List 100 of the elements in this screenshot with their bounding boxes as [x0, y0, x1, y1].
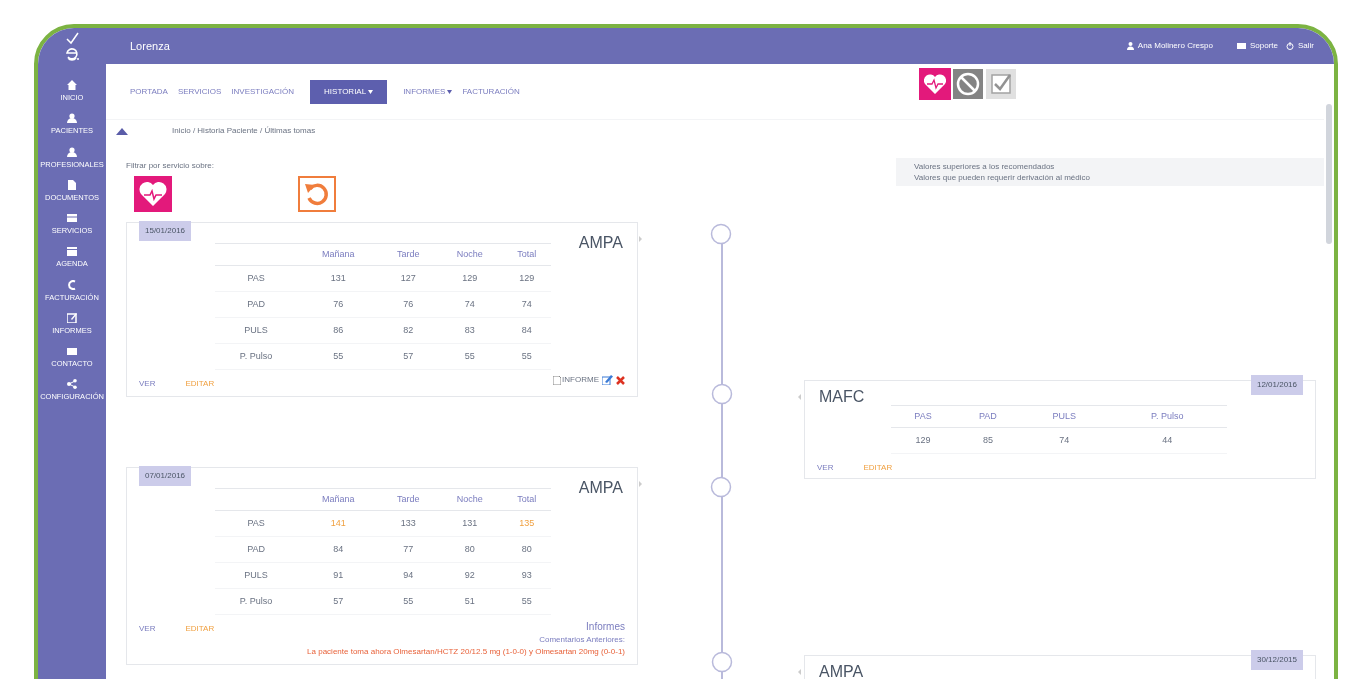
no-smoking-icon[interactable]: [952, 69, 983, 99]
envelope-icon: [1236, 43, 1246, 49]
card-title: AMPA: [819, 662, 864, 679]
user-link[interactable]: Ana Molinero Crespo: [1126, 40, 1213, 52]
column-header: Mañana: [322, 248, 355, 259]
table-cell: 55: [333, 350, 344, 361]
table-cell: 74: [464, 298, 475, 309]
table-cell: 44: [1162, 434, 1173, 445]
nav-tab[interactable]: FACTURACIÓN: [462, 79, 520, 104]
table-cell: 74: [1059, 434, 1070, 445]
table-cell: 76: [333, 298, 344, 309]
table-cell: 129: [915, 434, 931, 445]
table-cell: 77: [403, 543, 414, 554]
logout-link[interactable]: Salir: [1286, 40, 1314, 52]
view-link[interactable]: VER: [139, 623, 156, 635]
date-badge: 12/01/2016: [1250, 375, 1303, 395]
user-icon: [67, 113, 77, 124]
table-cell: 83: [464, 324, 475, 335]
undo-icon: [304, 181, 330, 207]
share-icon: [67, 379, 77, 390]
breadcrumb: Inicio / Historia Paciente / Últimas tomas: [172, 125, 316, 137]
nav-tab[interactable]: SERVICIOS: [177, 79, 222, 104]
envelope-icon: [67, 346, 77, 356]
table-cell: 82: [403, 324, 414, 335]
row-label: PAS: [247, 272, 265, 283]
table-cell: 80: [464, 543, 475, 554]
card-title: MAFC: [819, 387, 865, 407]
row-label: PULS: [244, 569, 268, 580]
table-cell: 55: [403, 595, 414, 606]
heart-icon: [139, 181, 167, 207]
column-header: P. Pulso: [1151, 410, 1184, 421]
brand-name: Lorenza: [130, 38, 170, 54]
table-cell: 84: [333, 543, 344, 554]
checkbox-icon[interactable]: [985, 69, 1016, 99]
date-badge: 07/01/2016: [139, 466, 192, 486]
support-link[interactable]: Soporte: [1236, 40, 1278, 52]
column-header: Total: [517, 248, 537, 259]
table-cell: 76: [403, 298, 414, 309]
euro-icon: [67, 279, 77, 290]
table-cell: 127: [400, 272, 416, 283]
table-cell: 129: [519, 272, 535, 283]
column-header: Tarde: [396, 493, 420, 504]
pointer-icon: [798, 669, 801, 675]
table-cell: 92: [464, 569, 475, 580]
row-label: PULS: [244, 324, 268, 335]
reports-heading: Informes: [586, 620, 625, 634]
logo-icon: [63, 31, 81, 61]
column-header: Total: [517, 493, 537, 504]
table-cell: 74: [521, 298, 532, 309]
edit-icon: [67, 312, 77, 323]
nav-tab[interactable]: HISTORIAL: [310, 79, 388, 104]
list-icon: [67, 213, 77, 223]
user-icon: [67, 146, 77, 157]
delete-icon[interactable]: [616, 375, 625, 385]
card-title: AMPA: [578, 233, 623, 253]
column-header: Noche: [456, 493, 483, 504]
row-label: P. Pulso: [239, 350, 273, 361]
reset-button[interactable]: [298, 176, 336, 212]
nav-tab[interactable]: INFORMES: [403, 79, 453, 104]
table-cell: 80: [521, 543, 532, 554]
comments-label: Comentarios Anteriores:: [539, 634, 625, 646]
table-cell: 55: [521, 350, 532, 361]
user-icon: [1126, 42, 1134, 50]
table-cell: 57: [333, 595, 344, 606]
column-header: Noche: [456, 248, 483, 259]
date-badge: 15/01/2016: [139, 221, 192, 241]
row-label: PAD: [247, 543, 265, 554]
table-cell: 85: [982, 434, 993, 445]
table-cell: 91: [333, 569, 344, 580]
table-cell: 55: [464, 350, 475, 361]
report-link[interactable]: INFORME: [553, 374, 599, 386]
table-cell: 133: [400, 517, 416, 528]
view-link[interactable]: VER: [139, 378, 156, 390]
table-cell: 131: [462, 517, 478, 528]
card-title: AMPA: [578, 478, 623, 498]
table-cell: 84: [521, 324, 532, 335]
heart-service-icon[interactable]: [919, 69, 950, 99]
comment-text: La paciente toma ahora Olmesartan/HCTZ 20/12.5 mg (1-0-0) y Olmesartan 20mg (0-0-1): [307, 646, 625, 658]
nav-tab[interactable]: PORTADA: [130, 79, 168, 104]
column-header: PULS: [1052, 410, 1076, 421]
legend-text: Valores superiores a los recomendados: [914, 161, 1056, 172]
document-icon: [553, 375, 562, 385]
edit-icon[interactable]: [602, 375, 613, 385]
table-cell: 93: [521, 569, 532, 580]
column-header: PAS: [914, 410, 932, 421]
calendar-icon: [67, 246, 77, 257]
nav-tab[interactable]: INVESTIGACIÓN: [231, 79, 295, 104]
document-icon: [67, 179, 77, 190]
view-link[interactable]: VER: [817, 462, 834, 474]
table-cell: 86: [333, 324, 344, 335]
table-cell: 55: [521, 595, 532, 606]
column-header: Tarde: [396, 248, 420, 259]
column-header: Mañana: [322, 493, 355, 504]
table-cell: 51: [464, 595, 475, 606]
collapse-icon[interactable]: [116, 127, 128, 135]
heart-filter-button[interactable]: [134, 176, 172, 212]
row-label: PAS: [247, 517, 265, 528]
pointer-icon: [798, 394, 801, 400]
scrollbar[interactable]: [1326, 104, 1332, 244]
home-icon: [67, 80, 77, 90]
